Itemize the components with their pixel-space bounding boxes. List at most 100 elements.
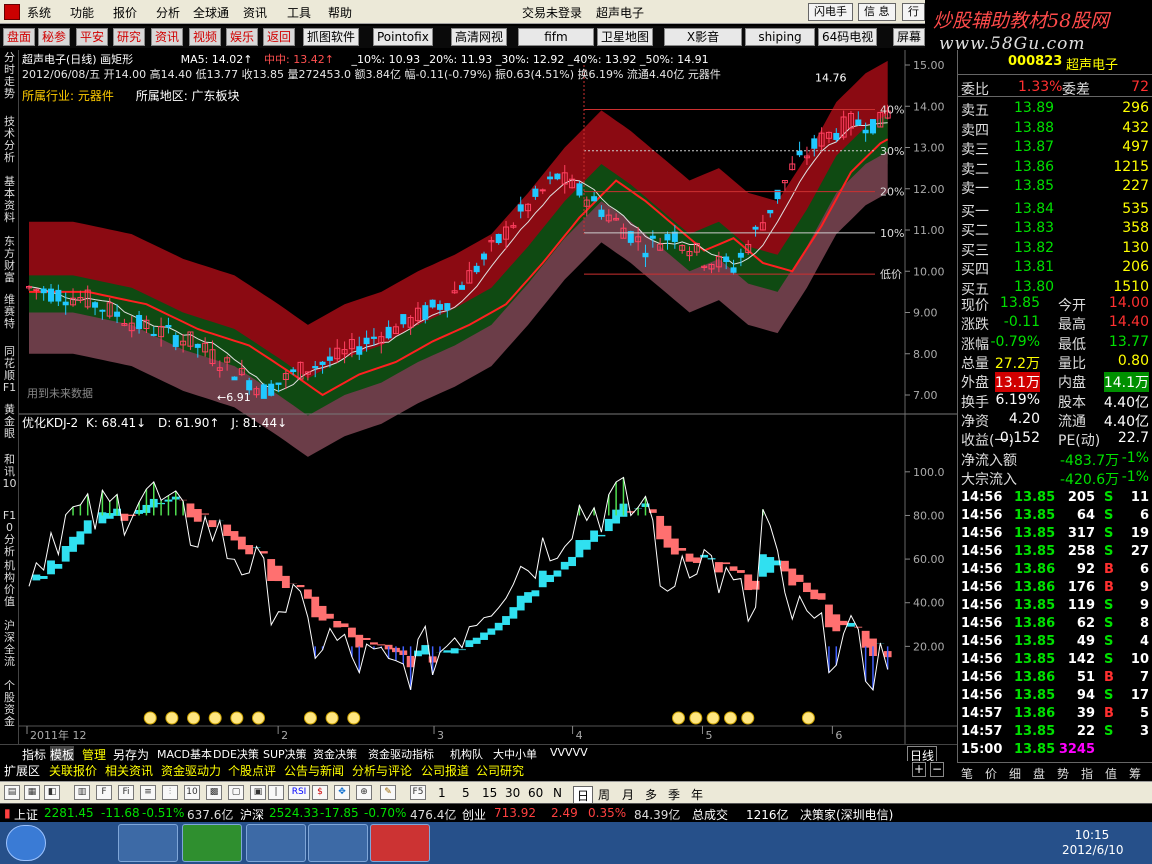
period-year[interactable]: 年: [691, 786, 703, 803]
tab-fund-driver[interactable]: 资金驱动指标: [368, 746, 434, 762]
quick-research[interactable]: 研究: [113, 28, 146, 46]
tab-trend[interactable]: 势: [1057, 765, 1069, 782]
quick-mican[interactable]: 秘参: [38, 28, 71, 46]
menu-quote[interactable]: 报价: [113, 4, 137, 21]
tab-index[interactable]: 指: [1081, 765, 1093, 782]
list-icon[interactable]: ≡: [140, 785, 156, 800]
explorer-icon[interactable]: [118, 824, 178, 862]
sell-level-row[interactable]: 卖二 13.86 1215: [958, 158, 1152, 178]
f10-icon[interactable]: F: [96, 785, 112, 800]
quick-hdtv[interactable]: 高清网视: [451, 28, 508, 46]
trading-app-icon[interactable]: [370, 824, 430, 862]
quick-news[interactable]: 资讯: [151, 28, 184, 46]
tab-comment[interactable]: 个股点评: [228, 762, 276, 779]
move-icon[interactable]: ✥: [334, 785, 350, 800]
period-1[interactable]: 1: [438, 786, 446, 800]
tab-price[interactable]: 价: [985, 765, 997, 782]
nav-f10[interactable]: F10分析: [2, 510, 17, 558]
main-chart[interactable]: 40% 30% 20% 10% 低价 ←6.91 14.76 用到未来数据 15.00 14.0…: [19, 50, 957, 744]
tab-vvvvv[interactable]: VVVVV: [550, 746, 588, 759]
quick-shiping[interactable]: shiping: [745, 28, 815, 46]
hide-icon[interactable]: ◧: [44, 785, 60, 800]
tab-announcement[interactable]: 公告与新闻: [284, 762, 344, 779]
tab-company-research[interactable]: 公司研究: [476, 762, 524, 779]
bars-icon[interactable]: ⫶: [162, 785, 178, 800]
quick-back[interactable]: 返回: [263, 28, 296, 46]
chart-icon[interactable]: ▩: [206, 785, 222, 800]
tab-institution[interactable]: 机构队: [450, 746, 483, 762]
tab-trades[interactable]: 笔: [961, 765, 973, 782]
nav-capital-flow[interactable]: 沪深全流: [2, 620, 17, 668]
open-icon[interactable]: ▤: [4, 785, 20, 800]
tab-chips[interactable]: 筹: [1129, 765, 1141, 782]
quick-fifm[interactable]: fifm: [518, 28, 594, 46]
menu-tools[interactable]: 工具: [287, 4, 311, 21]
dollar-icon[interactable]: $: [312, 785, 328, 800]
period-30[interactable]: 30: [505, 786, 520, 800]
sell-level-row[interactable]: 卖五 13.89 296: [958, 99, 1152, 119]
quick-satmap[interactable]: 卫星地图: [597, 28, 654, 46]
nav-weisaite[interactable]: 维赛特: [2, 294, 17, 330]
buy-level-row[interactable]: 买四 13.81 206: [958, 258, 1152, 278]
menu-help[interactable]: 帮助: [328, 4, 352, 21]
quick-64tv[interactable]: 64码电视: [818, 28, 878, 46]
camera2-icon[interactable]: [308, 824, 368, 862]
period-15[interactable]: 15: [482, 786, 497, 800]
zoom-icon[interactable]: ⊕: [356, 785, 372, 800]
buy-level-row[interactable]: 买三 13.82 130: [958, 239, 1152, 259]
nav-eastmoney[interactable]: 东方财富: [2, 236, 17, 284]
quick-pointofix[interactable]: Pointofix: [373, 28, 433, 46]
period-month[interactable]: 月: [622, 786, 634, 803]
period-multi[interactable]: 多: [645, 786, 657, 803]
nav-technical[interactable]: 技术分析: [2, 116, 17, 164]
zoom-out-button[interactable]: −: [930, 762, 944, 777]
quick-panmian[interactable]: 盘面: [3, 28, 36, 46]
table-icon[interactable]: ▥: [74, 785, 90, 800]
menu-news[interactable]: 资讯: [243, 4, 267, 21]
menu-global[interactable]: 全球通: [193, 4, 229, 21]
tab-dde[interactable]: DDE决策: [213, 746, 259, 762]
camera-icon[interactable]: [246, 824, 306, 862]
cy-label[interactable]: 创业: [462, 806, 486, 823]
news-icon[interactable]: ▣: [250, 785, 266, 800]
tab-analysis[interactable]: 分析与评论: [352, 762, 412, 779]
quick-video[interactable]: 视频: [189, 28, 222, 46]
tab-extension[interactable]: 扩展区: [4, 762, 40, 779]
tab-fund-decision[interactable]: 资金决策: [313, 746, 357, 762]
tab-sup[interactable]: SUP决策: [263, 746, 307, 762]
menu-system[interactable]: 系统: [27, 4, 51, 21]
window-icon[interactable]: ▢: [228, 785, 244, 800]
start-button[interactable]: [6, 825, 46, 861]
nav-intraday[interactable]: 分时走势: [2, 52, 17, 100]
tab-fund-power[interactable]: 资金驱动力: [161, 762, 221, 779]
menu-function[interactable]: 功能: [70, 4, 94, 21]
sell-level-row[interactable]: 卖四 13.88 432: [958, 119, 1152, 139]
tab-related-news[interactable]: 相关资讯: [105, 762, 153, 779]
hs-label[interactable]: 沪深: [240, 806, 264, 823]
quick-pingan[interactable]: 平安: [76, 28, 109, 46]
fin-icon[interactable]: Fi: [118, 785, 134, 800]
tab-detail[interactable]: 细: [1009, 765, 1021, 782]
menu-analysis[interactable]: 分析: [156, 4, 180, 21]
nav-tonghuashun[interactable]: 同花顺F1: [2, 346, 17, 394]
nav-fundamentals[interactable]: 基本资料: [2, 176, 17, 224]
nav-stock-fund[interactable]: 个股资金: [2, 680, 17, 728]
tab-company-report[interactable]: 公司报道: [421, 762, 469, 779]
buy-level-row[interactable]: 买二 13.83 358: [958, 219, 1152, 239]
tab-book[interactable]: 盘: [1033, 765, 1045, 782]
market-button[interactable]: 行: [902, 3, 925, 21]
quick-xplayer[interactable]: X影音: [664, 28, 742, 46]
period-60[interactable]: 60: [528, 786, 543, 800]
f5-icon[interactable]: F5: [410, 785, 426, 800]
quick-screenshot[interactable]: 抓图软件: [303, 28, 360, 46]
app-g-icon[interactable]: [182, 824, 242, 862]
rsi-icon[interactable]: RSI: [288, 785, 310, 800]
zoom-in-button[interactable]: +: [912, 762, 926, 777]
info-button[interactable]: 信 息: [858, 3, 896, 21]
quick-fun[interactable]: 娱乐: [226, 28, 259, 46]
pencil-icon[interactable]: ✎: [380, 785, 396, 800]
sh-label[interactable]: 上证: [14, 806, 38, 823]
nav-hexun[interactable]: 和讯10: [2, 454, 17, 490]
flash-trade-button[interactable]: 闪电手: [808, 3, 853, 21]
period-quarter[interactable]: 季: [668, 786, 680, 803]
